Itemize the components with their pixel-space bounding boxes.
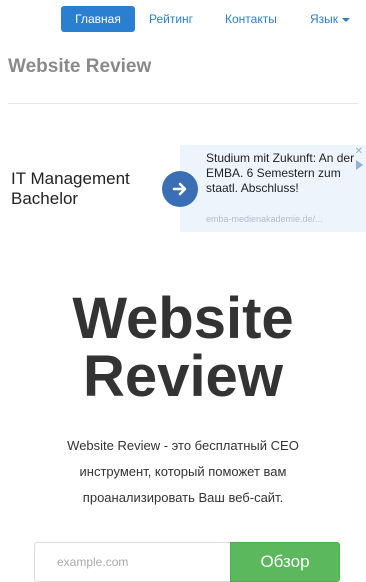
- divider: [8, 103, 358, 104]
- hero-description: Website Review - это бесплатный СЕО инст…: [18, 433, 348, 511]
- nav-rating[interactable]: Рейтинг: [149, 6, 193, 32]
- hero-title: Website Review: [0, 290, 366, 406]
- hero-title-line1: Website: [72, 286, 294, 351]
- ad-arrow-button[interactable]: [162, 171, 198, 207]
- nav-home[interactable]: Главная: [61, 6, 135, 32]
- ad-title: IT Management Bachelor: [11, 169, 130, 208]
- ad-text: Studium mit Zukunft: An der EMBA. 6 Seme…: [206, 151, 355, 195]
- close-icon[interactable]: ✕: [355, 147, 363, 157]
- arrow-right-icon: [172, 182, 187, 196]
- top-nav: Главная Рейтинг Контакты Язык: [0, 6, 366, 34]
- ad-banner[interactable]: IT Management Bachelor Studium mit Zukun…: [8, 145, 366, 232]
- hero-title-line2: Review: [83, 344, 283, 409]
- nav-language-label: Язык: [310, 12, 339, 26]
- hero-desc-line2: инструмент, который поможет вам: [79, 464, 287, 479]
- hero-desc-line3: проанализировать Ваш веб-сайт.: [82, 490, 284, 505]
- site-brand[interactable]: Website Review: [8, 56, 151, 78]
- ad-right-panel: Studium mit Zukunft: An der EMBA. 6 Seme…: [180, 145, 366, 232]
- play-icon[interactable]: [356, 160, 363, 170]
- nav-contacts[interactable]: Контакты: [225, 6, 277, 32]
- hero-desc-line1: Website Review - это бесплатный СЕО: [67, 438, 299, 453]
- ad-left-panel: IT Management Bachelor: [8, 145, 180, 232]
- nav-language-dropdown[interactable]: Язык: [310, 6, 351, 32]
- caret-down-icon: [342, 17, 351, 22]
- ad-url[interactable]: emba-medienakademie.de/...: [206, 214, 323, 224]
- review-button[interactable]: Обзор: [230, 542, 340, 582]
- domain-search-input[interactable]: [34, 542, 230, 582]
